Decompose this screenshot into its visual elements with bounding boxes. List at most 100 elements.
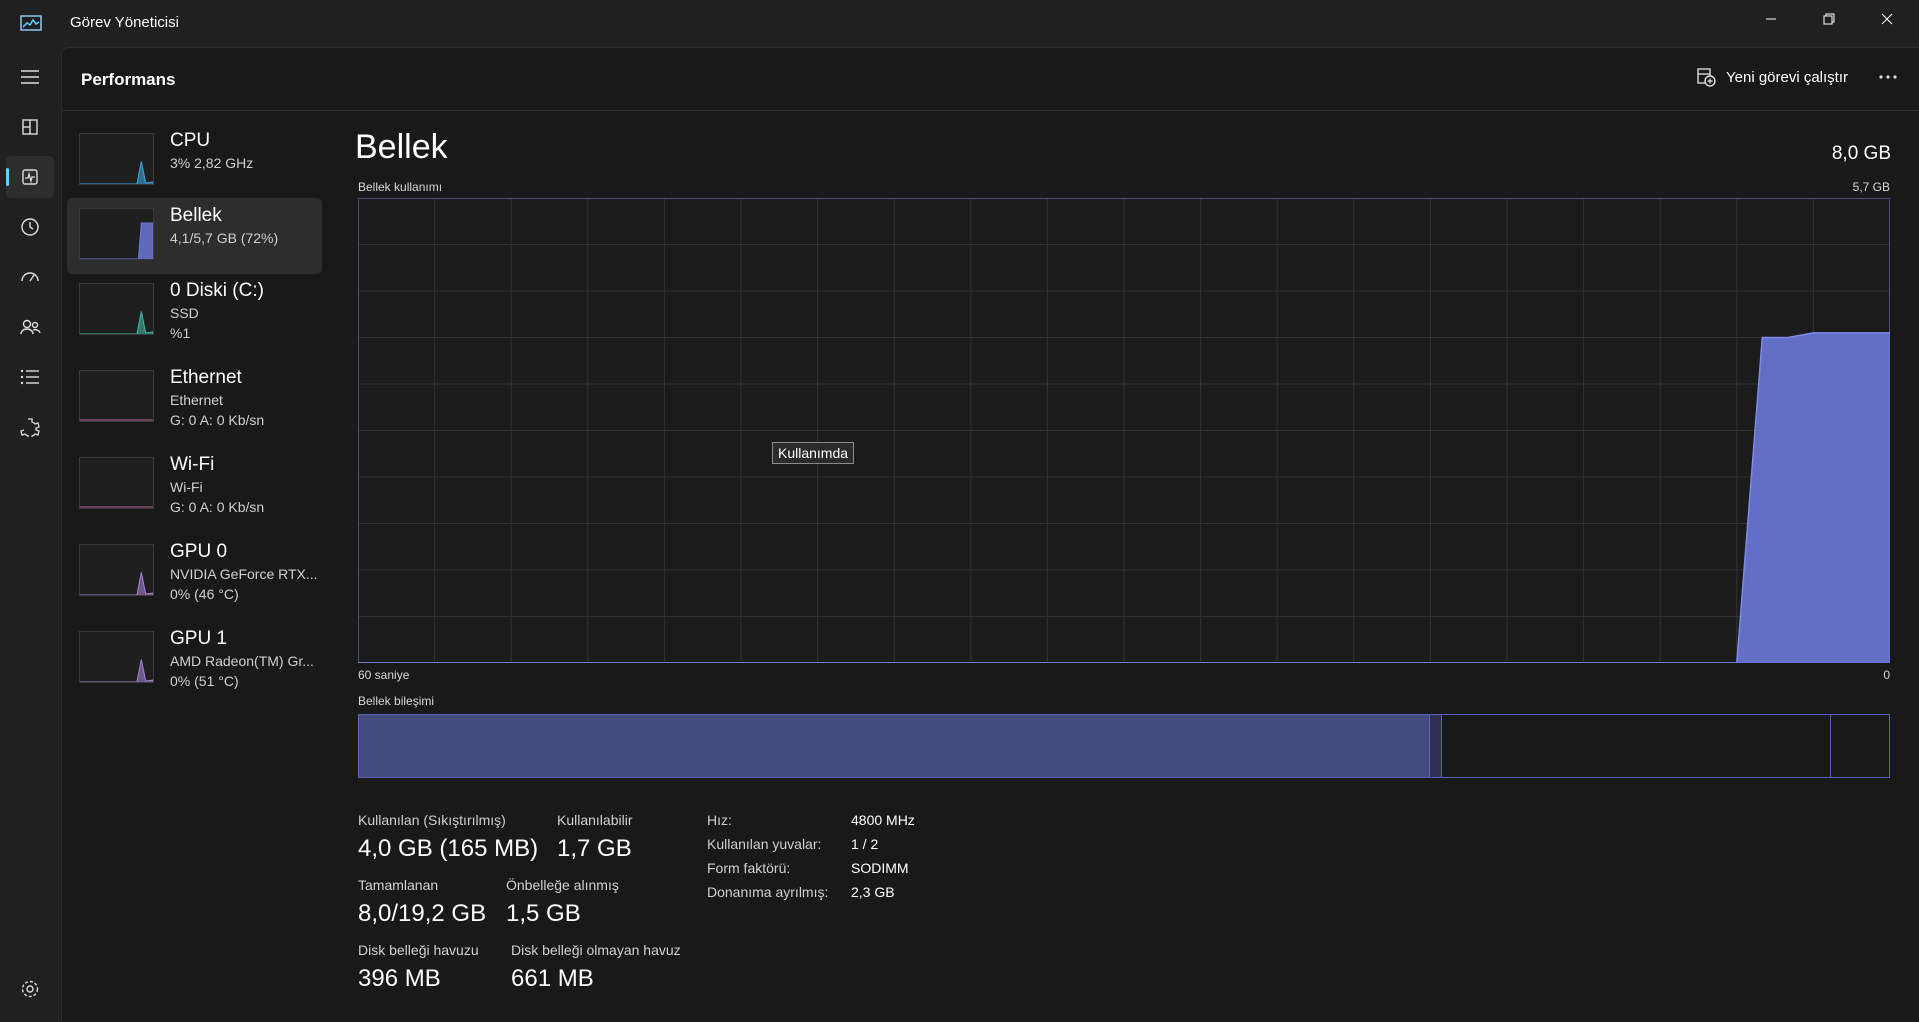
device-thumbnail-graph [79,370,154,422]
details-icon [20,369,39,385]
nav-users[interactable] [6,306,54,348]
restore-button[interactable] [1799,0,1859,38]
startup-icon [21,272,39,282]
stat-committed-label: Tamamlanan [358,877,439,893]
device-thumbnail-graph [79,208,154,260]
device-detail-line: G: 0 A: 0 Kb/sn [170,499,265,515]
prop-speed-value: 4800 MHz [851,812,915,828]
device-name: 0 Diski (C:) [170,280,264,301]
usage-chart-max: 5,7 GB [1852,180,1890,194]
prop-speed-label: Hız: [707,812,732,828]
device-thumbnail-graph [79,544,154,596]
device-thumbnail-line [80,659,153,682]
device-detail-line: 3% 2,82 GHz [170,155,254,171]
device-thumbnail-line [80,311,153,334]
hamburger-menu-button[interactable] [6,56,54,98]
stat-paged-pool-label: Disk belleği havuzu [358,942,479,958]
composition-standby [1442,715,1831,777]
settings-icon [21,980,39,998]
nav-services[interactable] [6,406,54,448]
prop-reserved-label: Donanıma ayrılmış: [707,884,829,900]
time-axis-right: 0 [1883,668,1890,682]
prop-form-factor-value: SODIMM [851,860,909,876]
usage-chart-label: Bellek kullanımı [358,180,443,194]
device-thumbnail-line [80,222,153,259]
memory-composition-bar [358,714,1890,778]
device-name: Bellek [170,205,222,226]
device-name: CPU [170,130,211,151]
nav-settings[interactable] [6,968,54,1010]
page-title: Performans [81,70,176,89]
active-indicator [6,168,9,186]
close-button[interactable] [1857,0,1917,38]
device-item[interactable]: Wi-Fi Wi-Fi G: 0 A: 0 Kb/sn [67,447,322,523]
device-name: Wi-Fi [170,454,215,475]
nav-app-history[interactable] [6,206,54,248]
chart-tooltip: Kullanımda [772,442,855,464]
prop-slots-value: 1 / 2 [851,836,879,852]
device-detail-line: Wi-Fi [170,479,203,495]
run-task-label: Yeni görevi çalıştır [1726,68,1849,86]
device-thumbnail-graph [79,631,154,683]
device-name: GPU 1 [170,628,228,649]
services-icon [20,418,40,437]
more-icon [1879,75,1897,79]
device-item[interactable]: Ethernet Ethernet G: 0 A: 0 Kb/sn [67,360,322,436]
stat-available-value: 1,7 GB [557,835,632,862]
run-new-task-button[interactable]: Yeni görevi çalıştır [1686,60,1858,94]
window-title: Görev Yöneticisi [70,14,179,31]
close-icon [1881,13,1893,25]
device-detail-line: SSD [170,305,199,321]
composition-modified [1430,715,1443,777]
nav-startup[interactable] [6,256,54,298]
device-detail-line: %1 [170,325,191,341]
device-detail-line: Ethernet [170,392,223,408]
memory-usage-chart [358,198,1890,663]
time-axis-left: 60 saniye [358,668,410,682]
stat-cached-label: Önbelleğe alınmış [506,877,619,893]
device-thumbnail-graph [79,457,154,509]
device-detail-line: 0% (51 °C) [170,673,239,689]
device-name: Ethernet [170,367,242,388]
device-detail-line: NVIDIA GeForce RTX... [170,566,318,582]
stat-in-use-label: Kullanılan (Sıkıştırılmış) [358,812,506,828]
task-manager-app-icon [20,15,42,31]
device-detail-line: AMD Radeon(TM) Gr... [170,653,314,669]
stat-nonpaged-pool-value: 661 MB [511,965,594,992]
device-item[interactable]: GPU 0 NVIDIA GeForce RTX... 0% (46 °C) [67,534,322,610]
nav-performance[interactable] [6,156,54,198]
minimize-button[interactable] [1741,0,1801,38]
users-icon [20,319,41,335]
restore-icon [1823,13,1835,25]
navigation-rail [0,46,60,1021]
stat-nonpaged-pool-label: Disk belleği olmayan havuz [511,942,681,958]
device-thumbnail-graph [79,283,154,335]
stat-in-use-value: 4,0 GB (165 MB) [358,835,539,862]
composition-label: Bellek bileşimi [358,694,435,708]
device-item[interactable]: Bellek 4,1/5,7 GB (72%) [67,198,322,274]
more-options-button[interactable] [1868,60,1908,94]
detail-title: Bellek [355,128,448,166]
performance-icon [22,169,38,185]
device-name: GPU 0 [170,541,228,562]
device-item[interactable]: GPU 1 AMD Radeon(TM) Gr... 0% (51 °C) [67,621,322,697]
device-item[interactable]: 0 Diski (C:) SSD %1 [67,273,322,349]
minimize-icon [1766,18,1776,20]
device-detail-line: 4,1/5,7 GB (72%) [170,230,279,246]
device-thumbnail-line [80,161,153,184]
app-history-icon [21,218,39,236]
device-thumbnail-line [80,572,153,595]
stat-committed-value: 8,0/19,2 GB [358,900,487,927]
memory-total: 8,0 GB [1831,143,1891,164]
nav-details[interactable] [6,356,54,398]
nav-processes[interactable] [6,106,54,148]
page-header: Performans Yeni görevi çalıştır [62,48,1919,111]
prop-reserved-value: 2,3 GB [851,884,895,900]
prop-slots-label: Kullanılan yuvalar: [707,836,822,852]
stat-available-label: Kullanılabilir [557,812,633,828]
device-thumbnail-graph [79,133,154,185]
device-detail-line: G: 0 A: 0 Kb/sn [170,412,265,428]
composition-free [1830,715,1889,777]
device-item[interactable]: CPU 3% 2,82 GHz [67,123,322,199]
processes-icon [22,119,38,135]
